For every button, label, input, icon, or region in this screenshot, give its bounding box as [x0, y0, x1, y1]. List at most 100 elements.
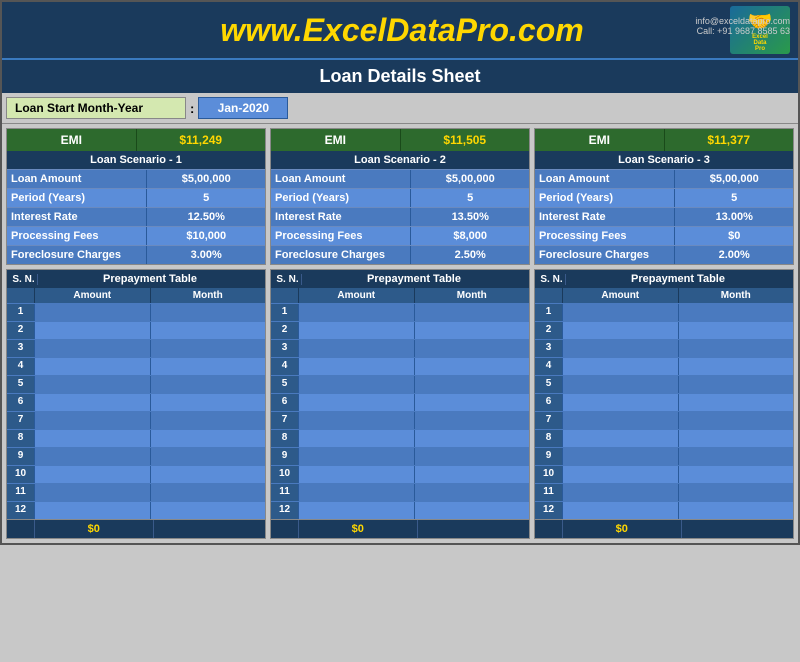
prepay-amount-2-5[interactable]	[299, 376, 415, 393]
prepay-amount-1-5[interactable]	[35, 376, 151, 393]
prepay-amount-3-7[interactable]	[563, 412, 679, 429]
loan-start-value[interactable]: Jan-2020	[198, 97, 288, 119]
prepay-total-value-2: $0	[299, 520, 418, 538]
prepay-month-3-9[interactable]	[679, 448, 794, 465]
prepay-amount-2-2[interactable]	[299, 322, 415, 339]
prepay-month-3-4[interactable]	[679, 358, 794, 375]
prepay-subheader-1: Amount Month	[7, 288, 265, 303]
prepay-amount-3-9[interactable]	[563, 448, 679, 465]
scenario-col-3: EMI $11,377 Loan Scenario - 3 Loan Amoun…	[534, 128, 794, 265]
prepay-month-3-5[interactable]	[679, 376, 794, 393]
prepay-month-1-12[interactable]	[151, 502, 266, 519]
prepay-month-2-5[interactable]	[415, 376, 530, 393]
prepay-month-2-9[interactable]	[415, 448, 530, 465]
header-banner: www.ExcelDataPro.com 🤝 ExcelDataPro	[2, 2, 798, 58]
prepay-col-3: S. N. Prepayment Table Amount Month 1 2 …	[534, 269, 794, 539]
prepay-month-3-6[interactable]	[679, 394, 794, 411]
prepay-month-1-11[interactable]	[151, 484, 266, 501]
prepay-month-2-4[interactable]	[415, 358, 530, 375]
prepay-amount-2-10[interactable]	[299, 466, 415, 483]
prepay-amount-3-1[interactable]	[563, 304, 679, 321]
prepay-month-1-4[interactable]	[151, 358, 266, 375]
header-url[interactable]: www.ExcelDataPro.com	[220, 12, 583, 48]
prepay-amount-1-10[interactable]	[35, 466, 151, 483]
prepay-row-2-7: 7	[271, 411, 529, 429]
contact-phone: Call: +91 9687 8585 63	[695, 26, 790, 36]
prepay-month-3-1[interactable]	[679, 304, 794, 321]
prepay-month-1-10[interactable]	[151, 466, 266, 483]
scenario-title-1: Loan Scenario - 1	[7, 151, 265, 169]
prepay-amount-2-4[interactable]	[299, 358, 415, 375]
prepay-row-1-12: 12	[7, 501, 265, 519]
prepay-month-1-7[interactable]	[151, 412, 266, 429]
prepay-month-3-3[interactable]	[679, 340, 794, 357]
prepay-month-2-11[interactable]	[415, 484, 530, 501]
prepay-amount-1-11[interactable]	[35, 484, 151, 501]
data-label-3-0: Loan Amount	[535, 170, 675, 188]
prepay-amount-3-5[interactable]	[563, 376, 679, 393]
prepay-month-3-7[interactable]	[679, 412, 794, 429]
prepay-month-3-10[interactable]	[679, 466, 794, 483]
prepay-month-2-7[interactable]	[415, 412, 530, 429]
prepay-amount-3-8[interactable]	[563, 430, 679, 447]
prepay-subheader-2: Amount Month	[271, 288, 529, 303]
prepay-amount-2-7[interactable]	[299, 412, 415, 429]
prepay-amount-1-1[interactable]	[35, 304, 151, 321]
prepay-amount-2-11[interactable]	[299, 484, 415, 501]
prepay-amount-3-10[interactable]	[563, 466, 679, 483]
prepay-month-3-12[interactable]	[679, 502, 794, 519]
prepay-amount-2-1[interactable]	[299, 304, 415, 321]
prepay-amount-3-4[interactable]	[563, 358, 679, 375]
prepay-sn-num-1-9: 9	[7, 448, 35, 465]
prepay-month-3-8[interactable]	[679, 430, 794, 447]
prepay-month-1-9[interactable]	[151, 448, 266, 465]
prepay-amount-3-6[interactable]	[563, 394, 679, 411]
prepay-month-2-12[interactable]	[415, 502, 530, 519]
prepay-month-1-1[interactable]	[151, 304, 266, 321]
prepay-amount-3-2[interactable]	[563, 322, 679, 339]
prepay-month-1-6[interactable]	[151, 394, 266, 411]
prepay-month-1-5[interactable]	[151, 376, 266, 393]
prepay-amount-1-8[interactable]	[35, 430, 151, 447]
prepay-row-1-5: 5	[7, 375, 265, 393]
prepay-amount-1-6[interactable]	[35, 394, 151, 411]
prepay-amount-1-9[interactable]	[35, 448, 151, 465]
prepay-amount-2-12[interactable]	[299, 502, 415, 519]
prepay-month-3-11[interactable]	[679, 484, 794, 501]
prepay-month-2-6[interactable]	[415, 394, 530, 411]
prepay-month-1-3[interactable]	[151, 340, 266, 357]
prepay-month-2-2[interactable]	[415, 322, 530, 339]
prepay-amount-3-3[interactable]	[563, 340, 679, 357]
prepay-amount-1-3[interactable]	[35, 340, 151, 357]
prepay-sn-num-3-6: 6	[535, 394, 563, 411]
prepay-amount-1-2[interactable]	[35, 322, 151, 339]
prepay-sub-sn-3	[535, 288, 563, 303]
prepay-month-1-2[interactable]	[151, 322, 266, 339]
prepay-sn-num-2-6: 6	[271, 394, 299, 411]
contact-email: info@exceldatapro.com	[695, 16, 790, 26]
prepay-row-3-8: 8	[535, 429, 793, 447]
prepay-amount-1-12[interactable]	[35, 502, 151, 519]
data-value-3-0: $5,00,000	[675, 170, 793, 188]
prepay-amount-2-8[interactable]	[299, 430, 415, 447]
data-row-3-2: Interest Rate 13.00%	[535, 207, 793, 226]
prepay-amount-2-6[interactable]	[299, 394, 415, 411]
prepay-total-sn-2	[271, 520, 299, 538]
prepay-amount-2-3[interactable]	[299, 340, 415, 357]
prepay-month-2-3[interactable]	[415, 340, 530, 357]
prepay-month-3-2[interactable]	[679, 322, 794, 339]
prepay-month-2-8[interactable]	[415, 430, 530, 447]
prepay-month-1-8[interactable]	[151, 430, 266, 447]
prepay-amount-1-7[interactable]	[35, 412, 151, 429]
data-value-2-3: $8,000	[411, 227, 529, 245]
data-row-3-3: Processing Fees $0	[535, 226, 793, 245]
contact-info: info@exceldatapro.com Call: +91 9687 858…	[695, 16, 790, 36]
prepay-amount-2-9[interactable]	[299, 448, 415, 465]
prepay-month-2-10[interactable]	[415, 466, 530, 483]
prepay-amount-3-11[interactable]	[563, 484, 679, 501]
prepay-month-2-1[interactable]	[415, 304, 530, 321]
prepay-amount-1-4[interactable]	[35, 358, 151, 375]
prepay-sn-num-1-8: 8	[7, 430, 35, 447]
prepay-amount-3-12[interactable]	[563, 502, 679, 519]
prepay-subheader-3: Amount Month	[535, 288, 793, 303]
